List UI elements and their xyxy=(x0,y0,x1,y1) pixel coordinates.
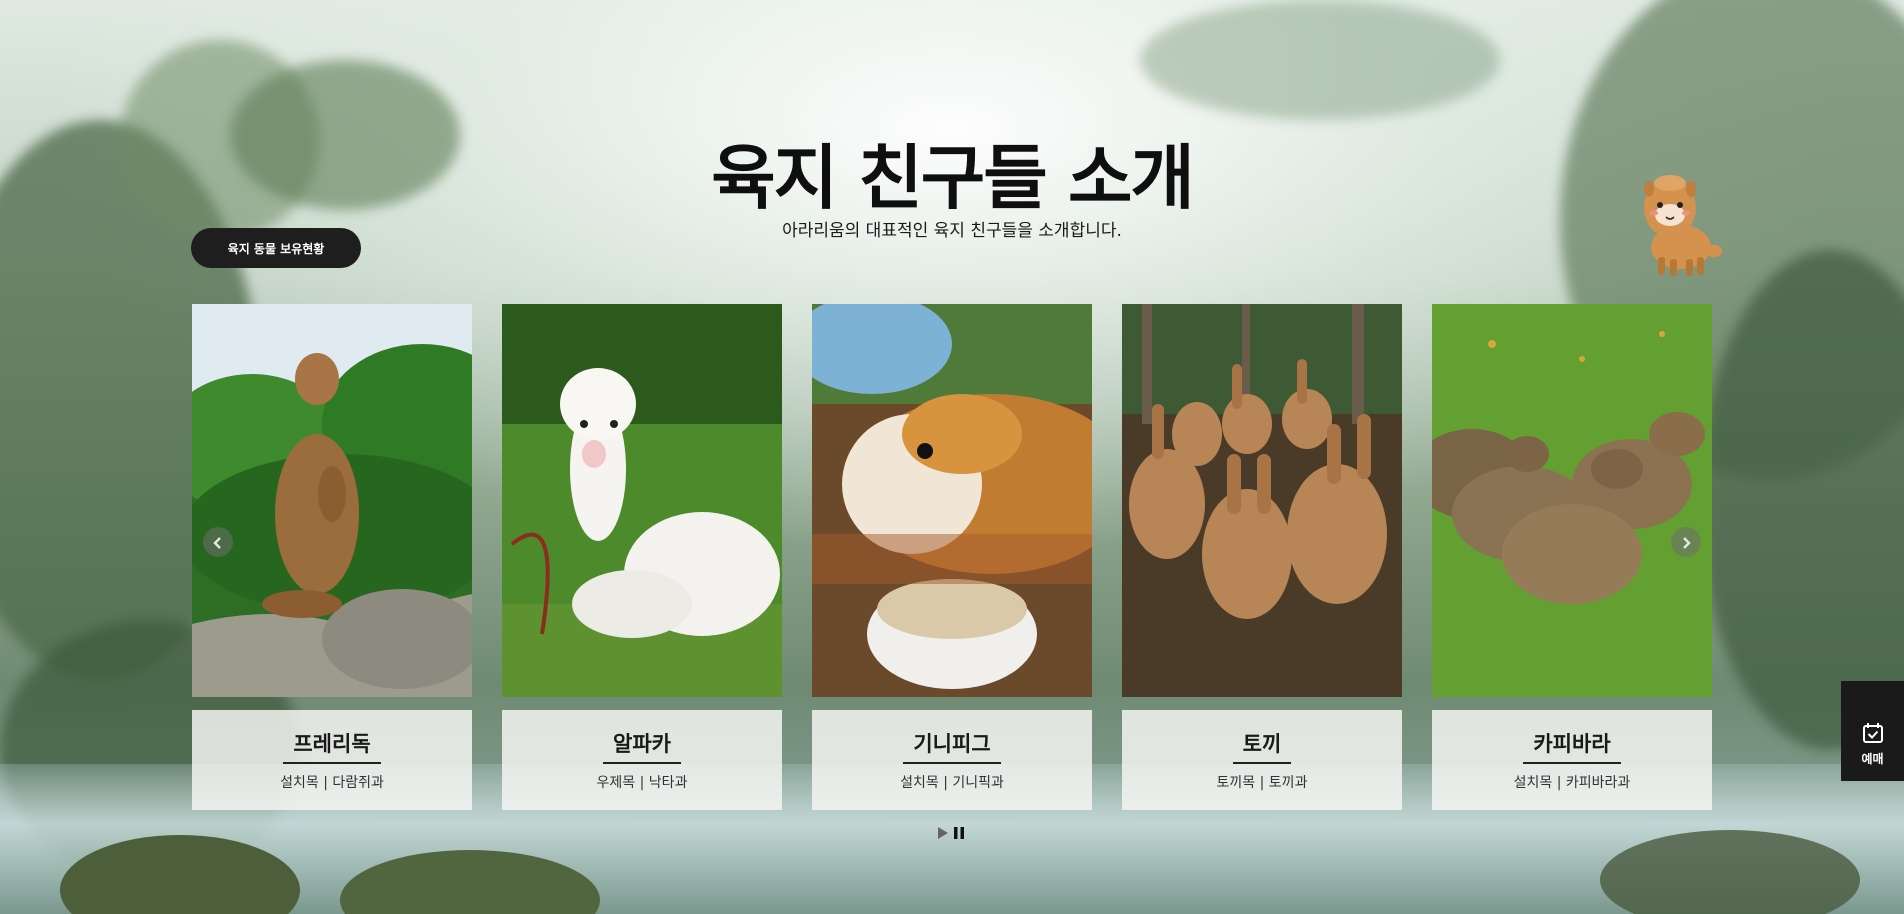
calendar-check-icon xyxy=(1862,722,1883,743)
animal-taxon: 토끼목 | 토끼과 xyxy=(1216,775,1308,791)
animal-card[interactable]: 토끼 토끼목 | 토끼과 xyxy=(1122,304,1402,810)
animal-name: 토끼 xyxy=(1232,728,1292,764)
play-icon xyxy=(938,826,948,839)
animal-taxon: 설치목 | 카피바라과 xyxy=(1513,775,1631,791)
pause-icon xyxy=(954,826,964,839)
animal-taxon: 설치목 | 다람쥐과 xyxy=(280,775,384,791)
reserve-side-button[interactable]: 예매 xyxy=(1841,681,1904,781)
guinea-pig-photo xyxy=(812,304,1092,697)
animal-card[interactable]: 알파카 우제목 | 낙타과 xyxy=(502,304,782,810)
animal-name: 알파카 xyxy=(603,728,681,764)
rabbit-photo xyxy=(1122,304,1402,697)
animal-taxon: 설치목 | 기니픽과 xyxy=(900,775,1004,791)
chevron-left-icon xyxy=(213,537,221,550)
animal-card[interactable]: 기니피그 설치목 | 기니픽과 xyxy=(812,304,1092,810)
land-animal-stock-button[interactable]: 육지 동물 보유현황 xyxy=(191,228,361,268)
carousel-pause-button[interactable] xyxy=(953,826,965,842)
page-title: 육지 친구들 소개 xyxy=(711,137,1195,219)
prairie-dog-photo xyxy=(192,304,472,697)
carousel-next-button[interactable] xyxy=(1671,527,1701,557)
animal-taxon: 우제목 | 낙타과 xyxy=(596,775,688,791)
carousel-play-button[interactable] xyxy=(937,826,949,842)
capybara-photo xyxy=(1432,304,1712,697)
alpaca-photo xyxy=(502,304,782,697)
animal-name: 카피바라 xyxy=(1523,728,1621,764)
animal-name: 프레리독 xyxy=(283,728,381,764)
animal-name: 기니피그 xyxy=(903,728,1001,764)
animal-card[interactable]: 카피바라 설치목 | 카피바라과 xyxy=(1432,304,1712,810)
alpaca-mascot-icon xyxy=(1636,173,1726,277)
animal-card[interactable]: 프레리독 설치목 | 다람쥐과 xyxy=(192,304,472,810)
chevron-right-icon xyxy=(1683,537,1691,550)
reserve-label: 예매 xyxy=(1861,751,1884,766)
carousel-prev-button[interactable] xyxy=(203,527,233,557)
